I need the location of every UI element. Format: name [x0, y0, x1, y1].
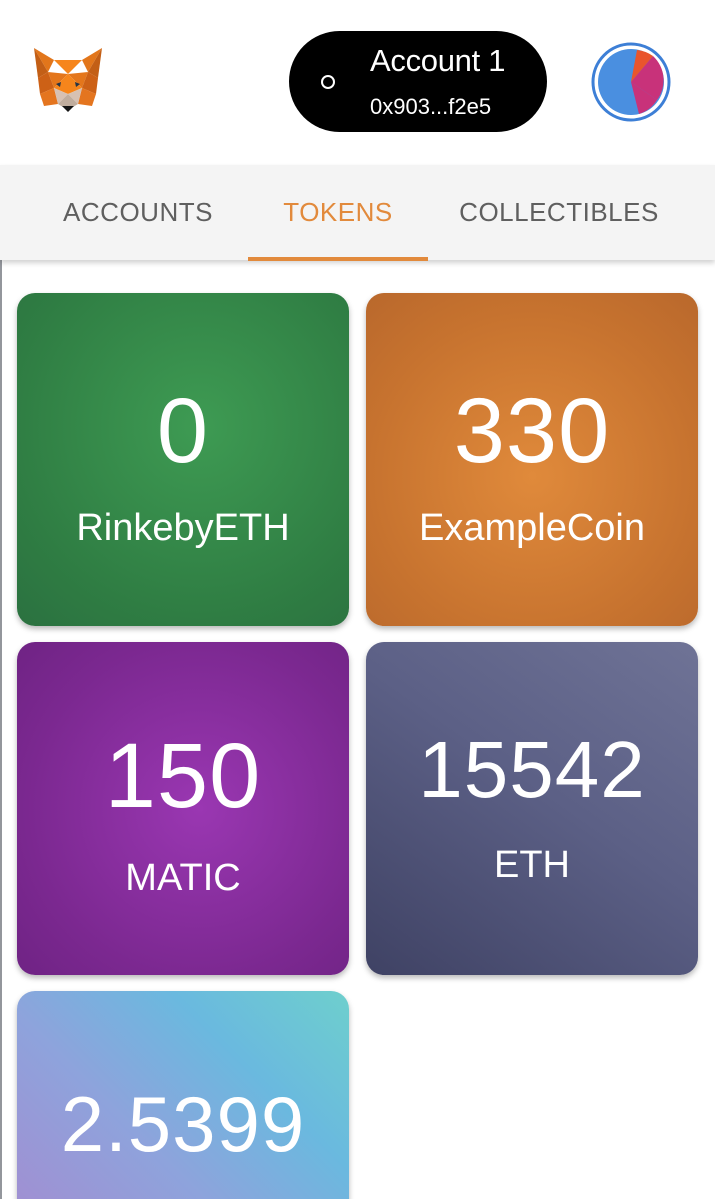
token-card-rinkebyeth[interactable]: 0 RinkebyETH [17, 293, 349, 626]
metamask-fox-icon [34, 48, 102, 112]
tab-accounts[interactable]: ACCOUNTS [40, 165, 236, 260]
token-card-fifth[interactable]: 2.5399 [17, 991, 349, 1199]
token-amount: 330 [453, 380, 611, 482]
token-symbol: ETH [494, 844, 570, 886]
token-card-examplecoin[interactable]: 330 ExampleCoin [366, 293, 698, 626]
tab-bar: ACCOUNTS TOKENS COLLECTIBLES [0, 165, 715, 260]
token-amount: 15542 [418, 725, 646, 814]
token-amount: 150 [104, 725, 262, 827]
token-symbol: MATIC [125, 857, 241, 899]
token-amount: 0 [156, 380, 210, 482]
status-dot-icon [321, 75, 335, 89]
account-name: Account 1 [370, 43, 506, 78]
tab-collectibles[interactable]: COLLECTIBLES [448, 165, 670, 260]
wallet-page: Account 1 0x903...f2e5 ACCOUNTS TOKENS C… [0, 0, 715, 1199]
token-card-eth[interactable]: 15542 ETH [366, 642, 698, 975]
token-symbol: ExampleCoin [419, 507, 645, 549]
account-selector[interactable]: Account 1 0x903...f2e5 [289, 31, 547, 132]
app-header: Account 1 0x903...f2e5 [0, 0, 715, 165]
token-amount: 2.5399 [60, 1080, 306, 1168]
token-card-matic[interactable]: 150 MATIC [17, 642, 349, 975]
token-symbol: RinkebyETH [76, 507, 290, 549]
active-tab-indicator [248, 257, 428, 261]
account-address: 0x903...f2e5 [370, 94, 492, 119]
account-avatar[interactable] [591, 42, 671, 122]
tab-tokens[interactable]: TOKENS [248, 165, 428, 260]
